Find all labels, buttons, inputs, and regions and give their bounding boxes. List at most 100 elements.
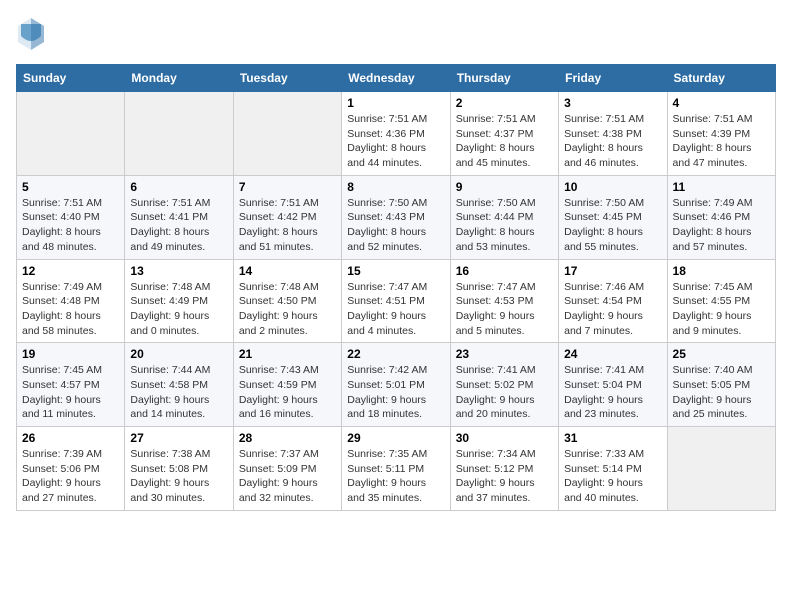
day-number: 28 <box>239 431 336 445</box>
weekday-row: SundayMondayTuesdayWednesdayThursdayFrid… <box>17 65 776 92</box>
calendar-week-3: 12 Sunrise: 7:49 AMSunset: 4:48 PMDayligh… <box>17 259 776 343</box>
day-number: 22 <box>347 347 444 361</box>
calendar-cell: 13 Sunrise: 7:48 AMSunset: 4:49 PMDayligh… <box>125 259 233 343</box>
day-number: 1 <box>347 96 444 110</box>
day-number: 20 <box>130 347 227 361</box>
calendar-cell: 26Sunrise: 7:39 AMSunset: 5:06 PMDayligh… <box>17 427 125 511</box>
day-info: Sunrise: 7:51 AMSunset: 4:42 PMDaylight:… <box>239 196 336 255</box>
day-info: Sunrise: 7:50 AMSunset: 4:44 PMDaylight:… <box>456 196 553 255</box>
day-number: 6 <box>130 180 227 194</box>
calendar-cell: 16Sunrise: 7:47 AMSunset: 4:53 PMDayligh… <box>450 259 558 343</box>
day-number: 2 <box>456 96 553 110</box>
calendar-cell: 24Sunrise: 7:41 AMSunset: 5:04 PMDayligh… <box>559 343 667 427</box>
day-info: Sunrise: 7:44 AMSunset: 4:58 PMDaylight:… <box>130 363 227 422</box>
day-info: Sunrise: 7:49 AMSunset: 4:46 PMDaylight:… <box>673 196 770 255</box>
calendar-cell: 2 Sunrise: 7:51 AMSunset: 4:37 PMDaylight… <box>450 92 558 176</box>
day-info: Sunrise: 7:39 AMSunset: 5:06 PMDaylight:… <box>22 447 119 506</box>
calendar-body: 1 Sunrise: 7:51 AMSunset: 4:36 PMDaylight… <box>17 92 776 511</box>
calendar-cell: 6 Sunrise: 7:51 AMSunset: 4:41 PMDaylight… <box>125 175 233 259</box>
calendar-cell: 25 Sunrise: 7:40 AMSunset: 5:05 PMDayligh… <box>667 343 775 427</box>
day-info: Sunrise: 7:34 AMSunset: 5:12 PMDaylight:… <box>456 447 553 506</box>
day-number: 17 <box>564 264 661 278</box>
day-info: Sunrise: 7:38 AMSunset: 5:08 PMDaylight:… <box>130 447 227 506</box>
day-number: 21 <box>239 347 336 361</box>
calendar-header: SundayMondayTuesdayWednesdayThursdayFrid… <box>17 65 776 92</box>
calendar-cell <box>667 427 775 511</box>
calendar-cell: 20 Sunrise: 7:44 AMSunset: 4:58 PMDayligh… <box>125 343 233 427</box>
day-info: Sunrise: 7:50 AMSunset: 4:43 PMDaylight:… <box>347 196 444 255</box>
day-info: Sunrise: 7:35 AMSunset: 5:11 PMDaylight:… <box>347 447 444 506</box>
calendar-cell <box>125 92 233 176</box>
day-number: 30 <box>456 431 553 445</box>
day-info: Sunrise: 7:51 AMSunset: 4:37 PMDaylight:… <box>456 112 553 171</box>
day-number: 15 <box>347 264 444 278</box>
weekday-header-sunday: Sunday <box>17 65 125 92</box>
day-number: 18 <box>673 264 770 278</box>
weekday-header-tuesday: Tuesday <box>233 65 341 92</box>
day-number: 14 <box>239 264 336 278</box>
calendar-cell: 8 Sunrise: 7:50 AMSunset: 4:43 PMDaylight… <box>342 175 450 259</box>
calendar-cell: 3 Sunrise: 7:51 AMSunset: 4:38 PMDaylight… <box>559 92 667 176</box>
calendar-table: SundayMondayTuesdayWednesdayThursdayFrid… <box>16 64 776 511</box>
day-number: 27 <box>130 431 227 445</box>
calendar-cell: 27 Sunrise: 7:38 AMSunset: 5:08 PMDayligh… <box>125 427 233 511</box>
day-info: Sunrise: 7:51 AMSunset: 4:38 PMDaylight:… <box>564 112 661 171</box>
day-number: 13 <box>130 264 227 278</box>
calendar-cell: 1 Sunrise: 7:51 AMSunset: 4:36 PMDaylight… <box>342 92 450 176</box>
day-info: Sunrise: 7:45 AMSunset: 4:57 PMDaylight:… <box>22 363 119 422</box>
calendar-cell: 22 Sunrise: 7:42 AMSunset: 5:01 PMDayligh… <box>342 343 450 427</box>
day-number: 29 <box>347 431 444 445</box>
calendar-cell: 28 Sunrise: 7:37 AMSunset: 5:09 PMDayligh… <box>233 427 341 511</box>
day-number: 23 <box>456 347 553 361</box>
day-info: Sunrise: 7:50 AMSunset: 4:45 PMDaylight:… <box>564 196 661 255</box>
day-info: Sunrise: 7:51 AMSunset: 4:36 PMDaylight:… <box>347 112 444 171</box>
day-info: Sunrise: 7:46 AMSunset: 4:54 PMDaylight:… <box>564 280 661 339</box>
logo-icon <box>16 16 46 52</box>
day-info: Sunrise: 7:37 AMSunset: 5:09 PMDaylight:… <box>239 447 336 506</box>
calendar-cell: 11 Sunrise: 7:49 AMSunset: 4:46 PMDayligh… <box>667 175 775 259</box>
day-info: Sunrise: 7:51 AMSunset: 4:41 PMDaylight:… <box>130 196 227 255</box>
calendar-cell <box>17 92 125 176</box>
calendar-cell: 14 Sunrise: 7:48 AMSunset: 4:50 PMDayligh… <box>233 259 341 343</box>
day-info: Sunrise: 7:45 AMSunset: 4:55 PMDaylight:… <box>673 280 770 339</box>
day-info: Sunrise: 7:40 AMSunset: 5:05 PMDaylight:… <box>673 363 770 422</box>
calendar-cell: 30 Sunrise: 7:34 AMSunset: 5:12 PMDayligh… <box>450 427 558 511</box>
day-number: 24 <box>564 347 661 361</box>
weekday-header-wednesday: Wednesday <box>342 65 450 92</box>
weekday-header-friday: Friday <box>559 65 667 92</box>
calendar-week-1: 1 Sunrise: 7:51 AMSunset: 4:36 PMDaylight… <box>17 92 776 176</box>
day-info: Sunrise: 7:48 AMSunset: 4:49 PMDaylight:… <box>130 280 227 339</box>
calendar-cell: 18 Sunrise: 7:45 AMSunset: 4:55 PMDayligh… <box>667 259 775 343</box>
day-number: 9 <box>456 180 553 194</box>
day-info: Sunrise: 7:49 AMSunset: 4:48 PMDaylight:… <box>22 280 119 339</box>
weekday-header-monday: Monday <box>125 65 233 92</box>
calendar-cell: 4 Sunrise: 7:51 AMSunset: 4:39 PMDaylight… <box>667 92 775 176</box>
weekday-header-saturday: Saturday <box>667 65 775 92</box>
calendar-cell: 23 Sunrise: 7:41 AMSunset: 5:02 PMDayligh… <box>450 343 558 427</box>
day-info: Sunrise: 7:42 AMSunset: 5:01 PMDaylight:… <box>347 363 444 422</box>
day-info: Sunrise: 7:43 AMSunset: 4:59 PMDaylight:… <box>239 363 336 422</box>
day-info: Sunrise: 7:47 AMSunset: 4:51 PMDaylight:… <box>347 280 444 339</box>
day-info: Sunrise: 7:41 AMSunset: 5:02 PMDaylight:… <box>456 363 553 422</box>
day-number: 11 <box>673 180 770 194</box>
day-number: 3 <box>564 96 661 110</box>
day-number: 16 <box>456 264 553 278</box>
day-info: Sunrise: 7:48 AMSunset: 4:50 PMDaylight:… <box>239 280 336 339</box>
day-number: 4 <box>673 96 770 110</box>
day-number: 12 <box>22 264 119 278</box>
calendar-cell: 5Sunrise: 7:51 AMSunset: 4:40 PMDaylight… <box>17 175 125 259</box>
day-number: 31 <box>564 431 661 445</box>
day-info: Sunrise: 7:51 AMSunset: 4:40 PMDaylight:… <box>22 196 119 255</box>
calendar-cell: 31Sunrise: 7:33 AMSunset: 5:14 PMDayligh… <box>559 427 667 511</box>
calendar-cell <box>233 92 341 176</box>
logo <box>16 16 50 52</box>
calendar-cell: 21 Sunrise: 7:43 AMSunset: 4:59 PMDayligh… <box>233 343 341 427</box>
calendar-cell: 19Sunrise: 7:45 AMSunset: 4:57 PMDayligh… <box>17 343 125 427</box>
calendar-week-4: 19Sunrise: 7:45 AMSunset: 4:57 PMDayligh… <box>17 343 776 427</box>
day-number: 8 <box>347 180 444 194</box>
calendar-cell: 7Sunrise: 7:51 AMSunset: 4:42 PMDaylight… <box>233 175 341 259</box>
day-number: 25 <box>673 347 770 361</box>
day-info: Sunrise: 7:51 AMSunset: 4:39 PMDaylight:… <box>673 112 770 171</box>
calendar-cell: 29 Sunrise: 7:35 AMSunset: 5:11 PMDayligh… <box>342 427 450 511</box>
page-header <box>16 16 776 52</box>
